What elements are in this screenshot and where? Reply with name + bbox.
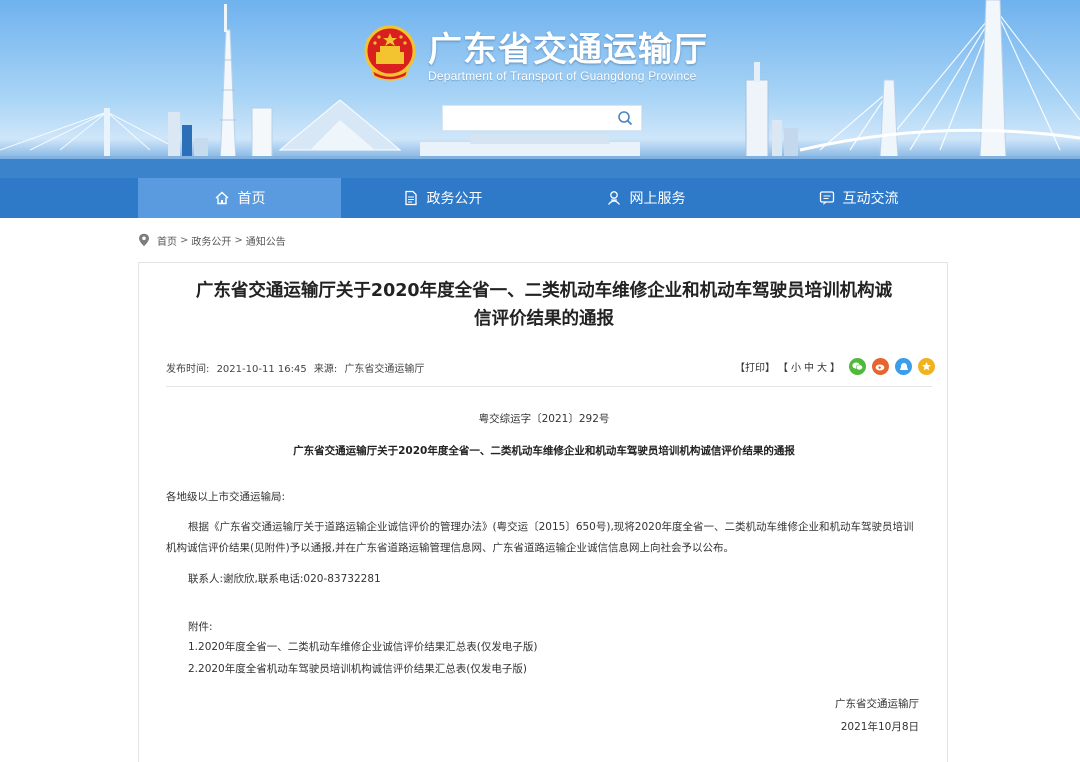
breadcrumb: 首页 > 政务公开 > 通知公告 (138, 232, 286, 248)
article-title: 广东省交通运输厅关于2020年度全省一、二类机动车维修企业和机动车驾驶员培训机构… (159, 277, 929, 333)
document-heading: 广东省交通运输厅关于2020年度全省一、二类机动车维修企业和机动车驾驶员培训机构… (293, 445, 795, 457)
national-emblem-icon (364, 25, 416, 81)
favorite-share-button[interactable] (918, 358, 935, 375)
weibo-share-button[interactable] (872, 358, 889, 375)
font-medium-button[interactable]: 中 (804, 359, 814, 374)
nav-item-label: 政务公开 (426, 191, 483, 207)
contact-info: 联系人:谢欣欣,联系电话:020-83732281 (188, 573, 381, 585)
body-paragraph: 根据《广东省交通运输厅关于道路运输企业诚信评价的管理办法》(粤交运〔2015〕6… (166, 521, 914, 554)
nav-item-label: 首页 (237, 191, 266, 207)
favorite-icon (922, 362, 931, 371)
wechat-icon (852, 362, 863, 371)
source-value: 广东省交通运输厅 (344, 364, 425, 375)
document-number: 粤交综运字〔2021〕292号 (478, 413, 610, 425)
article-title-line-2: 信评价结果的通报 (474, 309, 614, 329)
meta-divider (166, 386, 932, 387)
main-nav: 首页 政务公开 网上服务 互动交流 (0, 178, 1080, 218)
breadcrumb-separator: > (180, 234, 189, 246)
breadcrumb-item-public-affairs[interactable]: 政务公开 (191, 233, 231, 248)
site-subtitle: Department of Transport of Guangdong Pro… (428, 69, 697, 83)
site-title: 广东省交通运输厅 (428, 30, 708, 70)
home-icon (215, 191, 228, 205)
signature: 广东省交通运输厅 (835, 698, 919, 710)
breadcrumb-item-notices[interactable]: 通知公告 (246, 233, 286, 248)
publish-time-label: 发布时间: (166, 364, 210, 375)
font-small-button[interactable]: 小 (791, 359, 801, 374)
breadcrumb-separator: > (234, 234, 243, 246)
source-label: 来源: (313, 364, 338, 375)
header-banner: 广东省交通运输厅 Department of Transport of Guan… (0, 0, 1080, 178)
font-large-button[interactable]: 大 (817, 359, 827, 374)
search-box (442, 105, 642, 131)
print-button[interactable]: 【打印】 (735, 359, 775, 374)
article-title-line-1: 广东省交通运输厅关于2020年度全省一、二类机动车维修企业和机动车驾驶员培训机构… (195, 281, 893, 301)
publish-time: 2021-10-11 16:45 (216, 364, 307, 375)
weibo-icon (875, 364, 885, 371)
attachment-label: 附件: (188, 621, 213, 633)
qzone-share-button[interactable] (895, 358, 912, 375)
search-input[interactable] (443, 106, 611, 130)
qzone-icon (899, 362, 908, 370)
signature-date: 2021年10月8日 (840, 721, 919, 733)
article-panel: 广东省交通运输厅关于2020年度全省一、二类机动车维修企业和机动车驾驶员培训机构… (138, 262, 948, 762)
location-pin-icon (139, 233, 149, 247)
nav-item-label: 网上服务 (629, 191, 686, 207)
article-tools: 【打印】 【 小 中 大 】 (735, 358, 935, 375)
attachment-item-2[interactable]: 2.2020年度全省机动车驾驶员培训机构诚信评价结果汇总表(仅发电子版) (188, 659, 527, 680)
nav-item-online-service[interactable]: 网上服务 (544, 178, 747, 218)
chat-icon (819, 191, 834, 205)
service-icon (607, 191, 620, 205)
search-icon (618, 111, 633, 126)
wechat-share-button[interactable] (849, 358, 866, 375)
nav-item-public-affairs[interactable]: 政务公开 (341, 178, 544, 218)
font-size-bracket-close: 】 (830, 363, 840, 374)
article-meta: 发布时间: 2021-10-11 16:45 来源: 广东省交通运输厅 (166, 360, 428, 375)
salutation: 各地级以上市交通运输局: (166, 491, 286, 503)
search-button[interactable] (609, 106, 641, 130)
nav-item-interaction[interactable]: 互动交流 (757, 178, 960, 218)
font-size-bracket-open: 【 (778, 363, 788, 374)
nav-item-home[interactable]: 首页 (138, 178, 341, 218)
document-icon (404, 190, 417, 206)
breadcrumb-item-home[interactable]: 首页 (157, 233, 177, 248)
nav-item-label: 互动交流 (842, 191, 899, 207)
attachment-item-1[interactable]: 1.2020年度全省一、二类机动车维修企业诚信评价结果汇总表(仅发电子版) (188, 637, 537, 658)
